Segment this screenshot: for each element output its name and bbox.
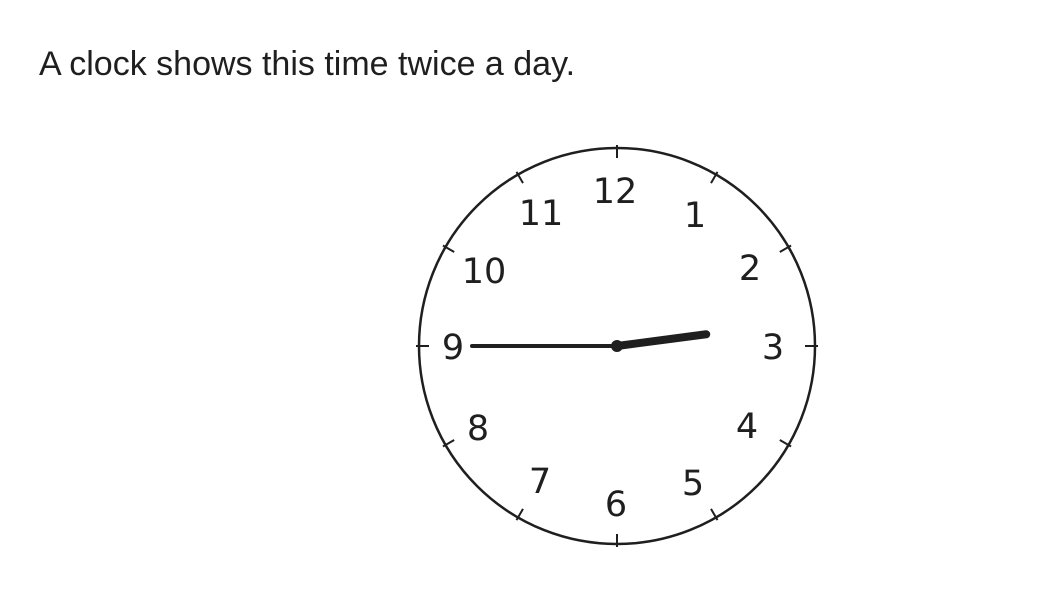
numeral-2: 2	[739, 249, 761, 289]
numeral-6: 6	[605, 485, 627, 525]
numeral-1: 1	[684, 196, 706, 236]
center-pin	[611, 340, 623, 352]
numeral-8: 8	[467, 409, 489, 449]
numeral-7: 7	[529, 462, 551, 502]
numeral-5: 5	[682, 464, 704, 504]
clock-figure: 12 1 2 3 4 5 6 7 8 9 10 11	[0, 0, 1054, 596]
numeral-11: 11	[519, 194, 564, 234]
numeral-3: 3	[762, 328, 784, 368]
numeral-10: 10	[462, 252, 507, 292]
numeral-12: 12	[593, 172, 638, 212]
clock-svg: 12 1 2 3 4 5 6 7 8 9 10 11	[416, 145, 818, 547]
numeral-4: 4	[736, 407, 758, 447]
numeral-9: 9	[442, 328, 464, 368]
